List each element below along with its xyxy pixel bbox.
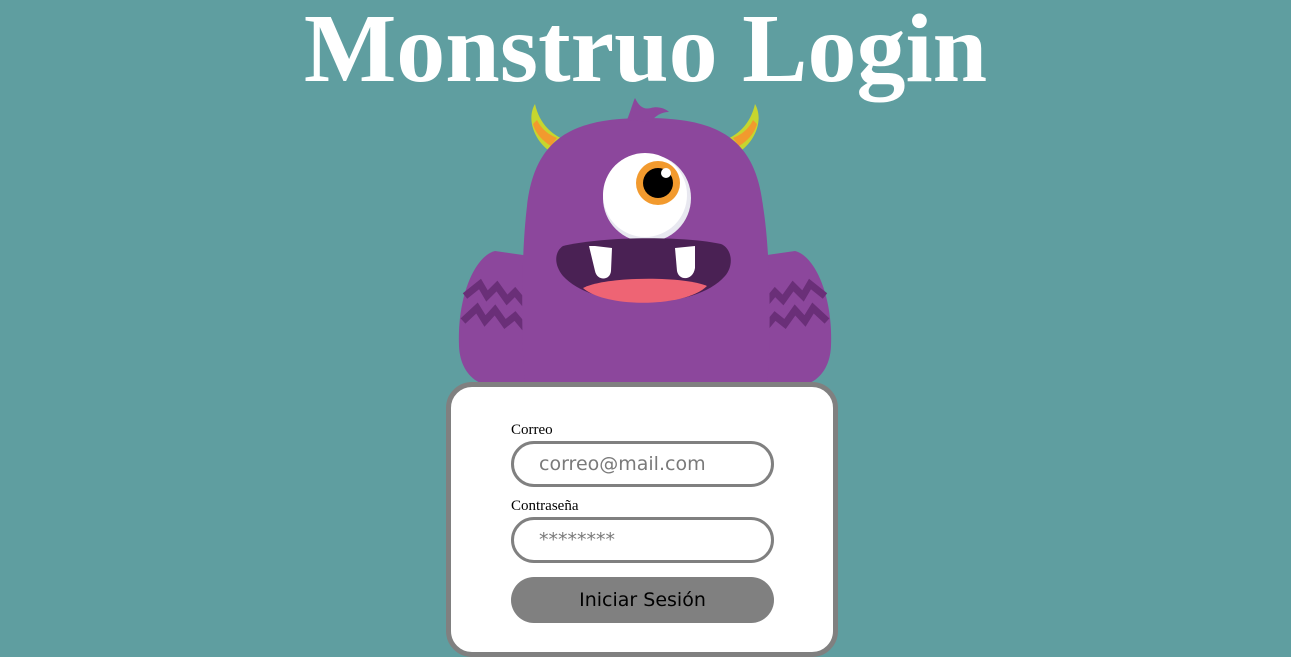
password-label: Contraseña	[511, 498, 579, 514]
email-field[interactable]	[511, 441, 774, 487]
login-button[interactable]: Iniciar Sesión	[511, 577, 774, 623]
login-form: Correo Contraseña Iniciar Sesión	[511, 421, 774, 623]
monster-mascot-icon	[458, 98, 832, 388]
password-field[interactable]	[511, 517, 774, 563]
login-page: Monstruo Login Correo Con	[0, 0, 1291, 657]
login-card: Correo Contraseña Iniciar Sesión	[446, 382, 838, 657]
email-label: Correo	[511, 422, 553, 438]
page-title: Monstruo Login	[303, 0, 988, 103]
